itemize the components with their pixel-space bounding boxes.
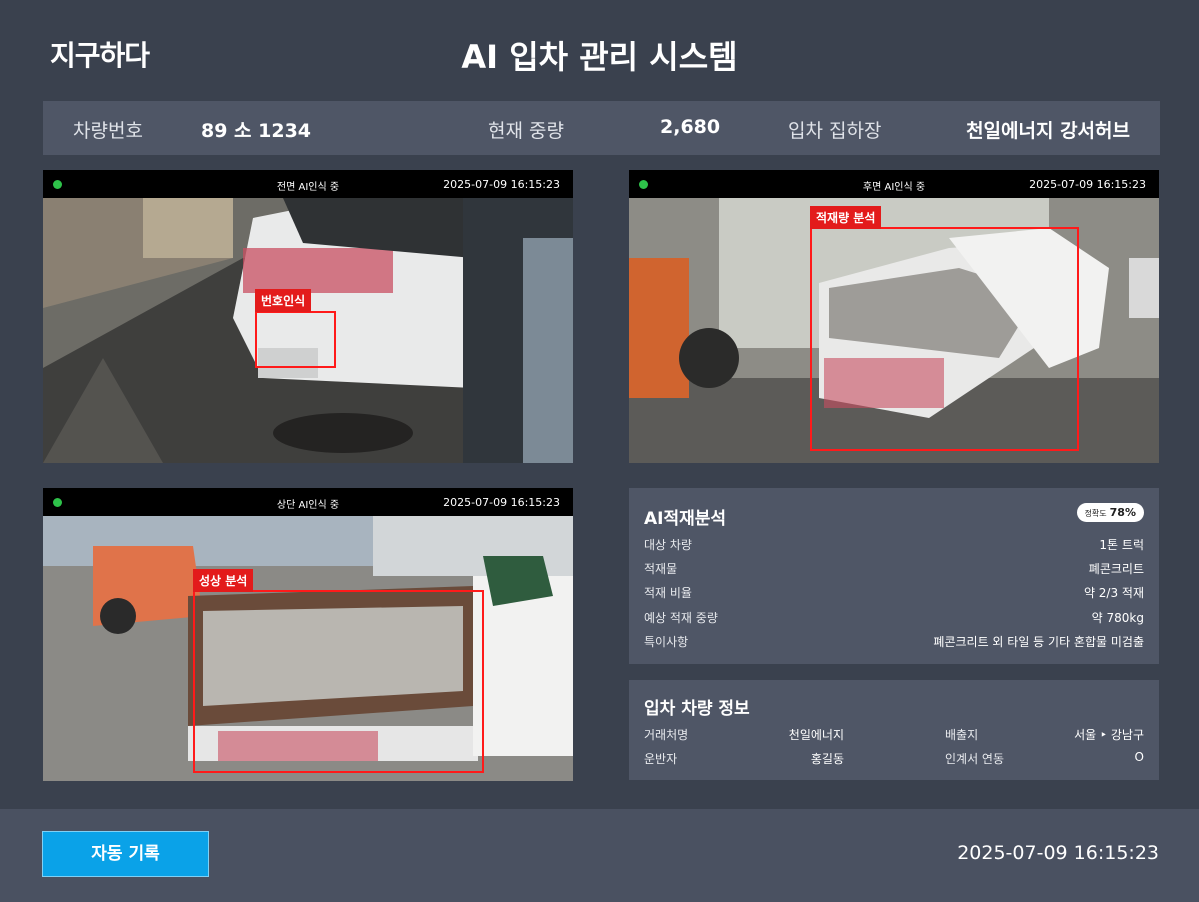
handover-value: O xyxy=(1134,750,1144,764)
camera-timestamp: 2025-07-09 16:15:23 xyxy=(1029,178,1146,191)
analysis-row: 예상 적재 중량 약 780kg xyxy=(644,609,1144,627)
info-row-handover: 인계서 연동 O xyxy=(945,750,1144,768)
camera-status-bar: 전면 AI인식 중 2025-07-09 16:15:23 xyxy=(43,170,573,198)
analysis-value: 폐콘크리트 xyxy=(1088,562,1144,576)
analysis-key: 예상 적재 중량 xyxy=(644,611,718,625)
info-row-driver: 운반자 홍길동 xyxy=(644,750,844,768)
plate-detection-box xyxy=(255,311,336,368)
info-row-origin: 배출지 서울 ‣ 강남구 xyxy=(945,726,1144,744)
handover-label: 인계서 연동 xyxy=(945,752,1005,766)
composition-detection-box xyxy=(193,590,484,773)
weight-value: 2,680 xyxy=(660,116,721,138)
camera-timestamp: 2025-07-09 16:15:23 xyxy=(443,178,560,191)
analysis-value: 약 2/3 적재 xyxy=(1083,586,1144,600)
camera-top[interactable]: 상단 AI인식 중 2025-07-09 16:15:23 성상 분석 xyxy=(43,488,573,781)
accuracy-value: 78% xyxy=(1109,506,1136,519)
vehicle-info-panel: 입차 차량 정보 거래처명 천일에너지 배출지 서울 ‣ 강남구 운반자 홍길동… xyxy=(629,680,1159,780)
analysis-value: 약 780kg xyxy=(1091,611,1144,625)
client-value: 천일에너지 xyxy=(788,728,844,742)
site-label: 입차 집하장 xyxy=(788,120,882,142)
footer-bar: 자동 기록 2025-07-09 16:15:23 xyxy=(0,809,1199,902)
driver-label: 운반자 xyxy=(644,752,678,766)
vehicle-info-title: 입차 차량 정보 xyxy=(644,699,750,719)
camera-status-bar: 상단 AI인식 중 2025-07-09 16:15:23 xyxy=(43,488,573,516)
client-label: 거래처명 xyxy=(644,728,689,742)
page-title: AI 입차 관리 시스템 xyxy=(461,38,738,76)
header: 지구하다 AI 입차 관리 시스템 xyxy=(0,0,1199,100)
analysis-key: 적재물 xyxy=(644,562,678,576)
analysis-value: 1톤 트럭 xyxy=(1099,538,1144,552)
analysis-row: 대상 차량 1톤 트럭 xyxy=(644,536,1144,554)
vehicle-info-bar: 차량번호 89 소 1234 현재 중량 2,680 입차 집하장 천일에너지 … xyxy=(43,101,1160,155)
analysis-row: 적재 비율 약 2/3 적재 xyxy=(644,584,1144,602)
camera-rear[interactable]: 후면 AI인식 중 2025-07-09 16:15:23 적재량 분석 xyxy=(629,170,1159,463)
analysis-row: 특이사항 폐콘크리트 외 타일 등 기타 혼합물 미검출 xyxy=(644,633,1144,651)
analysis-key: 적재 비율 xyxy=(644,586,692,600)
vehicle-number-value: 89 소 1234 xyxy=(201,120,312,142)
load-detection-box xyxy=(810,227,1079,451)
driver-value: 홍길동 xyxy=(810,752,844,766)
load-detection-tag: 적재량 분석 xyxy=(810,206,882,229)
camera-front[interactable]: 전면 AI인식 중 2025-07-09 16:15:23 번호인식 xyxy=(43,170,573,463)
analysis-row: 적재물 폐콘크리트 xyxy=(644,560,1144,578)
origin-label: 배출지 xyxy=(945,728,979,742)
vehicle-number-label: 차량번호 xyxy=(73,120,143,142)
auto-record-button[interactable]: 자동 기록 xyxy=(42,831,209,877)
weight-label: 현재 중량 xyxy=(488,120,564,142)
accuracy-label: 정확도 xyxy=(1084,509,1107,518)
site-value: 천일에너지 강서허브 xyxy=(966,120,1130,142)
plate-detection-tag: 번호인식 xyxy=(255,289,312,312)
analysis-value: 폐콘크리트 외 타일 등 기타 혼합물 미검출 xyxy=(933,635,1144,649)
accuracy-badge: 정확도 78% xyxy=(1076,503,1144,522)
analysis-key: 특이사항 xyxy=(644,635,689,649)
analysis-key: 대상 차량 xyxy=(644,538,692,552)
info-row-client: 거래처명 천일에너지 xyxy=(644,726,844,744)
origin-value: 서울 ‣ 강남구 xyxy=(1074,728,1144,742)
current-time: 2025-07-09 16:15:23 xyxy=(957,842,1159,864)
camera-status-bar: 후면 AI인식 중 2025-07-09 16:15:23 xyxy=(629,170,1159,198)
ai-analysis-panel: AI적재분석 정확도 78% 대상 차량 1톤 트럭 적재물 폐콘크리트 적재 비… xyxy=(629,488,1159,664)
camera-timestamp: 2025-07-09 16:15:23 xyxy=(443,496,560,509)
composition-detection-tag: 성상 분석 xyxy=(193,569,254,592)
ai-analysis-title: AI적재분석 xyxy=(644,509,727,529)
